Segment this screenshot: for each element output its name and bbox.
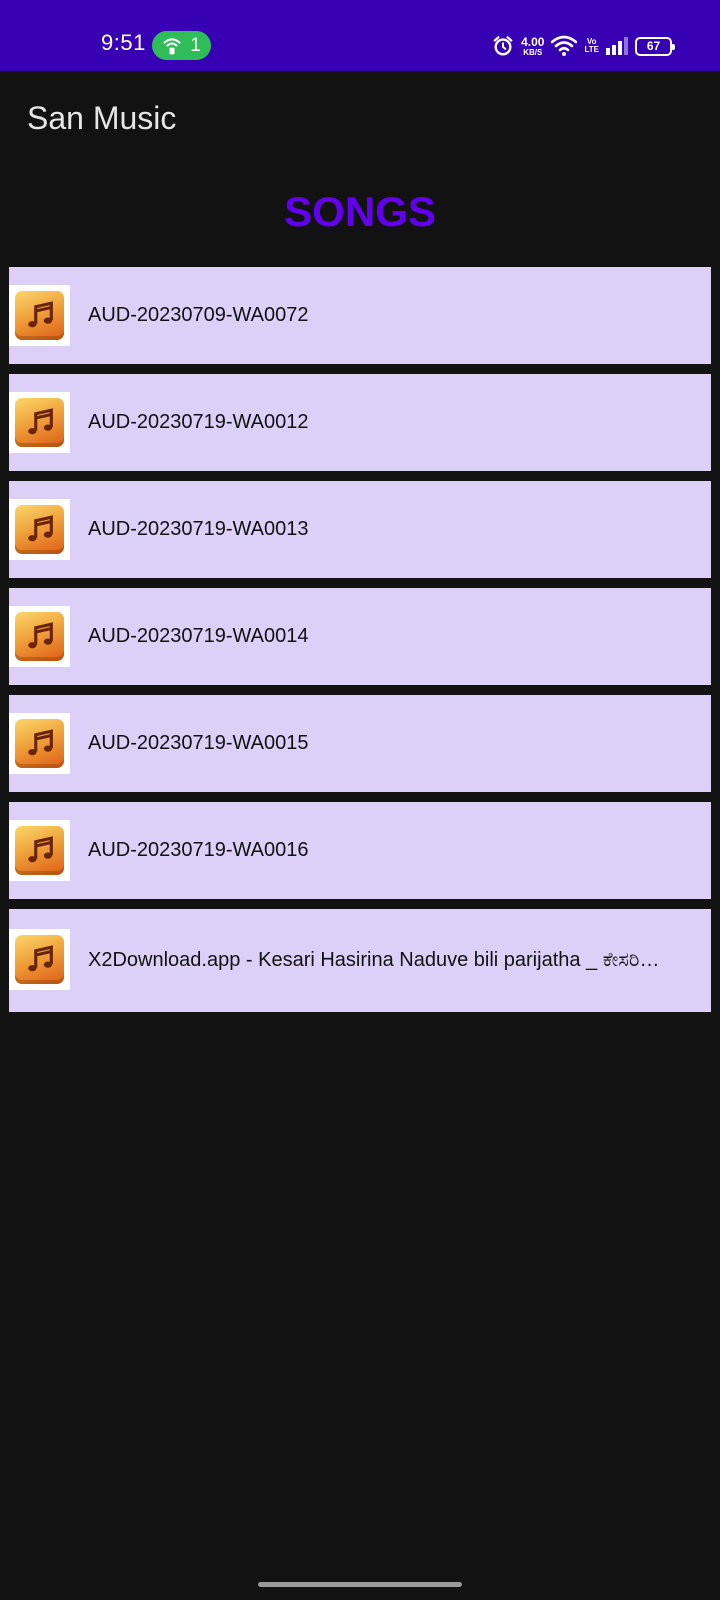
- hotspot-indicator[interactable]: 1: [152, 31, 211, 60]
- song-title: X2Download.app - Kesari Hasirina Naduve …: [88, 949, 660, 971]
- music-note-icon: [27, 407, 53, 434]
- status-icons: 4.00 KB/S Vo LTE 67: [492, 33, 675, 59]
- music-note-icon: [27, 728, 53, 755]
- music-note-icon: [27, 300, 53, 327]
- song-title: AUD-20230719-WA0013: [88, 518, 309, 540]
- battery-level: 67: [646, 39, 661, 53]
- music-note-icon: [27, 835, 53, 862]
- song-thumbnail: [9, 606, 70, 667]
- signal-icon: [606, 37, 628, 55]
- song-row[interactable]: AUD-20230719-WA0013: [9, 481, 711, 578]
- wifi-icon: [551, 35, 578, 56]
- status-bar: 9:51 1 4.00 KB/S Vo LTE 67: [0, 0, 720, 71]
- hotspot-icon: [163, 37, 181, 54]
- volte-bottom: LTE: [584, 45, 599, 54]
- battery-icon: 67: [635, 36, 675, 56]
- navigation-gesture-handle[interactable]: [258, 1582, 462, 1587]
- status-time: 9:51: [101, 30, 146, 55]
- music-note-icon: [27, 514, 53, 541]
- volte-indicator: Vo LTE: [584, 38, 599, 54]
- song-title: AUD-20230719-WA0015: [88, 732, 309, 754]
- song-row[interactable]: AUD-20230719-WA0016: [9, 802, 711, 899]
- songs-heading: SONGS: [284, 188, 436, 235]
- music-note-icon: [27, 621, 53, 648]
- song-row[interactable]: AUD-20230709-WA0072: [9, 267, 711, 364]
- song-title: AUD-20230719-WA0016: [88, 839, 309, 861]
- alarm-icon: [493, 36, 513, 56]
- song-thumbnail: [9, 929, 70, 990]
- app-title: San Music: [27, 100, 177, 136]
- song-title: AUD-20230719-WA0014: [88, 625, 309, 647]
- song-row[interactable]: X2Download.app - Kesari Hasirina Naduve …: [9, 909, 711, 1012]
- network-speed-unit: KB/S: [523, 47, 543, 57]
- hotspot-count: 1: [190, 34, 201, 56]
- network-speed-value: 4.00: [521, 34, 545, 49]
- song-row[interactable]: AUD-20230719-WA0014: [9, 588, 711, 685]
- music-note-icon: [27, 944, 53, 971]
- song-thumbnail: [9, 392, 70, 453]
- song-thumbnail: [9, 285, 70, 346]
- song-row[interactable]: AUD-20230719-WA0012: [9, 374, 711, 471]
- song-list: AUD-20230709-WA0072 AUD-20230719-WA0012 …: [9, 267, 711, 1022]
- song-row[interactable]: AUD-20230719-WA0015: [9, 695, 711, 792]
- network-speed: 4.00 KB/S: [521, 36, 544, 57]
- song-title: AUD-20230719-WA0012: [88, 411, 309, 433]
- song-thumbnail: [9, 820, 70, 881]
- song-title: AUD-20230709-WA0072: [88, 304, 309, 326]
- song-thumbnail: [9, 713, 70, 774]
- song-thumbnail: [9, 499, 70, 560]
